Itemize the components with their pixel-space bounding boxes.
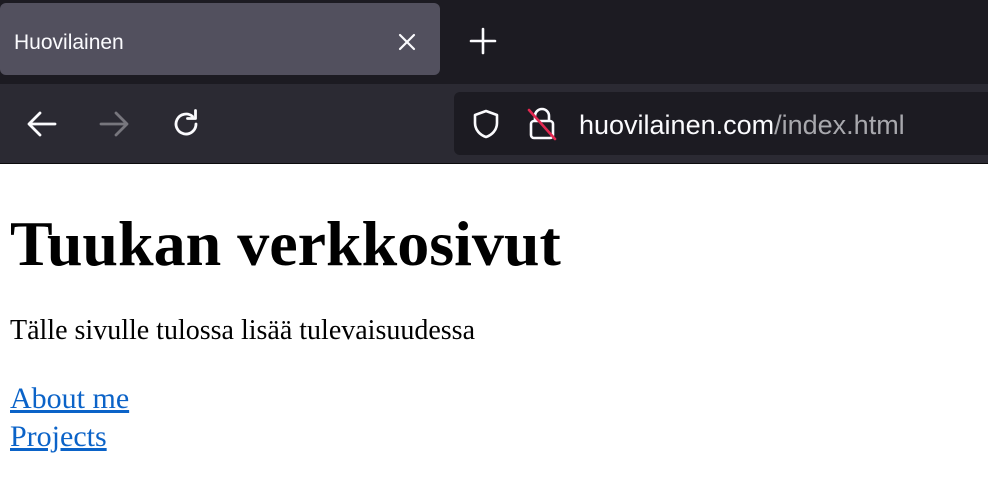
close-icon[interactable] [394,29,420,55]
arrow-right-icon[interactable] [96,106,132,142]
page-title: Tuukan verkkosivut [10,208,561,279]
arrow-left-icon[interactable] [24,106,60,142]
intro-paragraph: Tälle sivulle tulossa lisää tulevaisuude… [10,315,476,346]
insecure-lock-icon[interactable] [526,106,558,142]
page-content: Tuukan verkkosivut Tälle sivulle tulossa… [10,164,980,456]
address-bar[interactable]: huovilainen.com/index.html [454,92,988,155]
url-text[interactable]: huovilainen.com/index.html [579,109,905,141]
shield-icon[interactable] [470,108,502,140]
active-tab[interactable]: Huovilainen [0,3,440,75]
url-host: huovilainen.com [579,110,775,140]
plus-icon[interactable] [466,24,500,58]
reload-icon[interactable] [168,106,204,142]
about-me-link[interactable]: About me [10,380,980,418]
link-list: About me Projects [10,380,980,456]
projects-link[interactable]: Projects [10,418,980,456]
url-path: /index.html [774,110,905,140]
navigation-toolbar: huovilainen.com/index.html [0,84,988,163]
tab-title: Huovilainen [14,31,124,54]
tab-strip: Huovilainen [0,0,988,84]
